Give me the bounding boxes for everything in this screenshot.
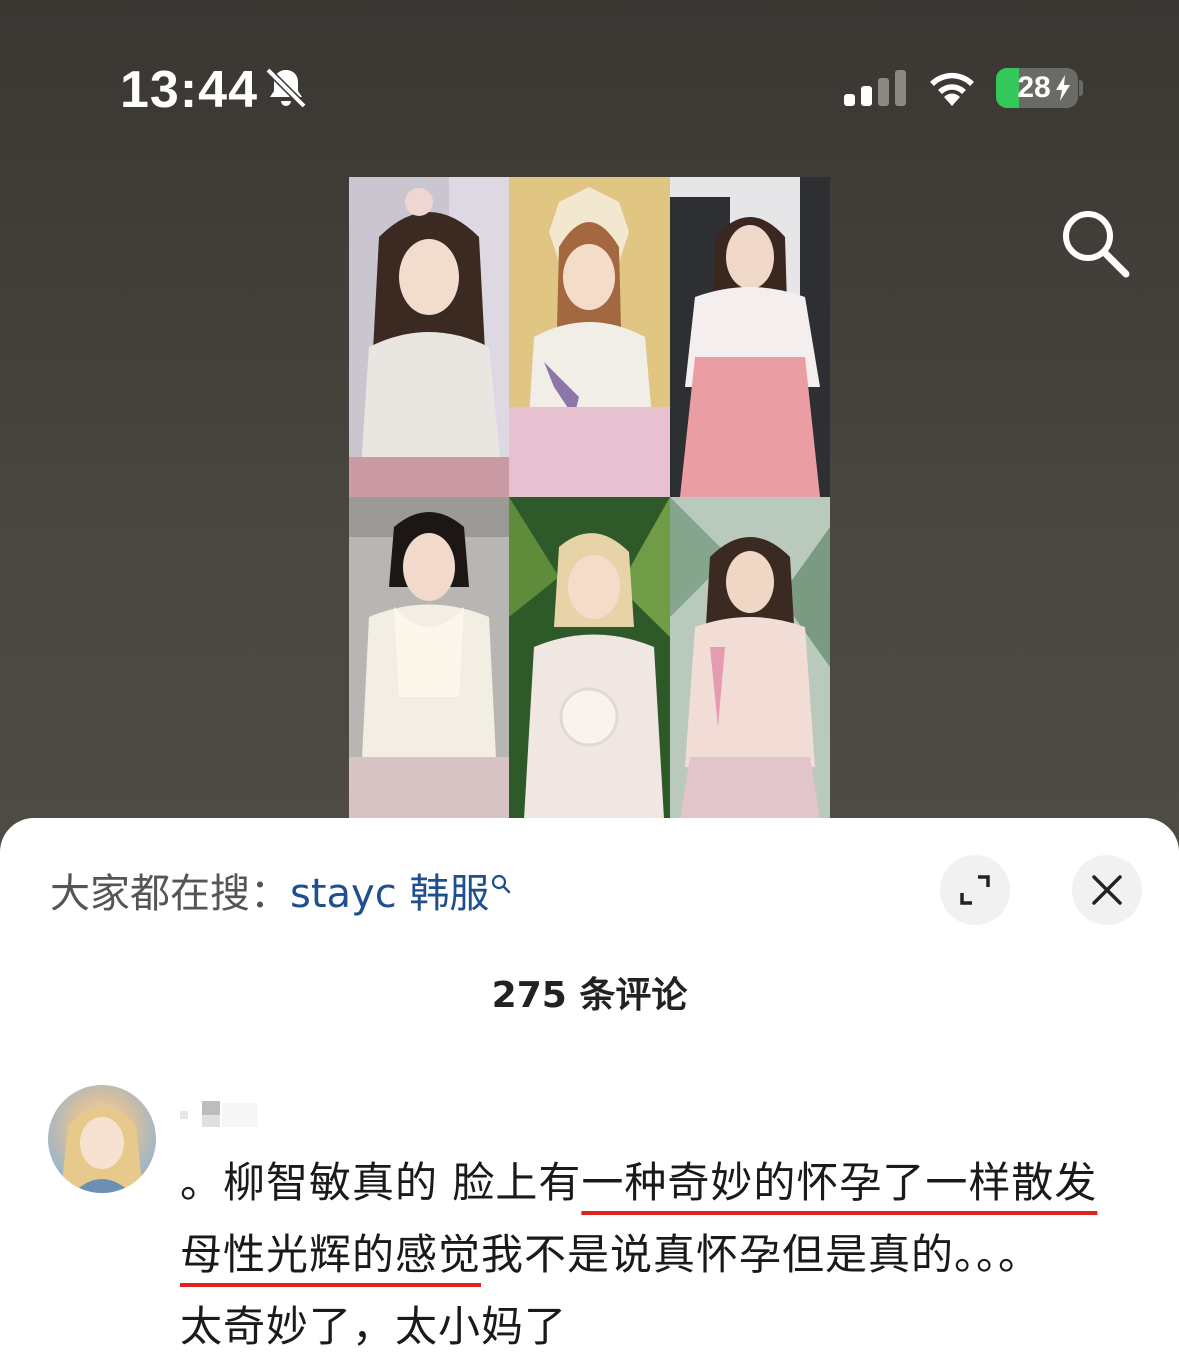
username-redacted [180, 1101, 258, 1127]
battery-cap [1079, 80, 1083, 96]
cellular-signal-icon [844, 70, 906, 106]
expand-icon [960, 875, 990, 905]
photo-3[interactable] [670, 177, 830, 497]
comment-text-part1: 。柳智敏真的 脸上有 [180, 1158, 582, 1207]
post-image-grid[interactable] [349, 177, 830, 819]
comment-text: 。柳智敏真的 脸上有一种奇妙的怀孕了一样散发母性光辉的感觉我不是说真怀孕但是真的… [180, 1147, 1140, 1363]
comment-highlight-2: 母性光辉的感觉 [180, 1230, 482, 1279]
status-time: 13:44 [120, 61, 258, 119]
trending-search-term[interactable]: stayc 韩服 [290, 871, 489, 917]
expand-button[interactable] [940, 855, 1010, 925]
charging-bolt-icon [1056, 75, 1070, 101]
photo-5[interactable] [509, 497, 670, 819]
status-bar: 13:44 28 [0, 0, 1179, 160]
bell-slash-icon [265, 67, 307, 109]
close-icon [1092, 875, 1122, 905]
search-icon[interactable] [1058, 206, 1132, 280]
comment-highlight-1: 一种奇妙的怀孕了一样散发 [581, 1158, 1098, 1207]
photo-6[interactable] [670, 497, 830, 819]
avatar[interactable] [48, 1085, 156, 1193]
comment-count: 275 条评论 [491, 975, 688, 1016]
comment-text-part3: 太奇妙了，太小妈了 [180, 1302, 568, 1351]
wifi-icon [930, 72, 974, 106]
photo-2[interactable] [509, 177, 670, 497]
trending-search-hint[interactable]: 大家都在搜：stayc 韩服 [50, 870, 511, 918]
small-search-icon [492, 874, 511, 894]
battery-indicator: 28 [996, 68, 1078, 108]
close-button[interactable] [1072, 855, 1142, 925]
photo-1[interactable] [349, 177, 509, 497]
trending-search-prefix: 大家都在搜： [50, 871, 290, 917]
comments-sheet: 大家都在搜：stayc 韩服 275 条评论 。柳智敏真的 脸上有一种奇妙的怀孕… [0, 818, 1179, 1365]
photo-4[interactable] [349, 497, 509, 819]
comment-text-part2: 我不是说真怀孕但是真的。。。 [481, 1230, 1042, 1279]
